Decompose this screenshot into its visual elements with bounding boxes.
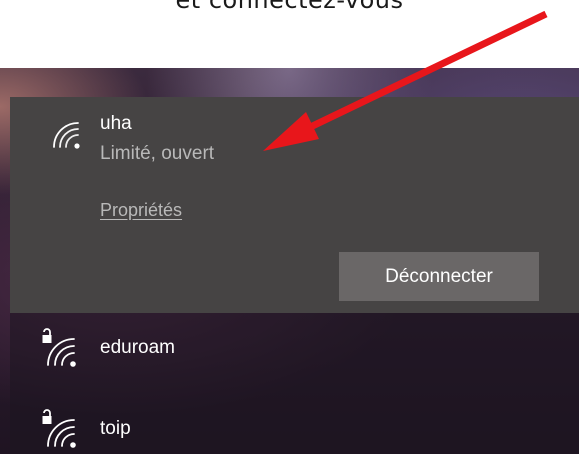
- wifi-network-panel: uha Limité, ouvert Propriétés Déconnecte…: [10, 97, 579, 454]
- network-item-toip[interactable]: toip: [10, 400, 579, 454]
- network-name-eduroam: eduroam: [100, 337, 175, 358]
- wifi-secured-icon: [42, 409, 76, 448]
- properties-link[interactable]: Propriétés: [100, 200, 182, 221]
- disconnect-button[interactable]: Déconnecter: [339, 252, 539, 301]
- active-network-name: uha: [100, 113, 132, 134]
- network-item-eduroam[interactable]: eduroam: [10, 319, 579, 383]
- wifi-icon: [53, 122, 80, 149]
- network-name-toip: toip: [100, 418, 131, 439]
- active-network-status: Limité, ouvert: [100, 143, 215, 164]
- page: et connectez-vous uha Limité, ouvert Pro…: [0, 0, 579, 454]
- active-network-item[interactable]: uha Limité, ouvert Propriétés Déconnecte…: [10, 97, 579, 313]
- caption-text: et connectez-vous: [175, 0, 404, 14]
- wifi-secured-icon: [42, 328, 76, 367]
